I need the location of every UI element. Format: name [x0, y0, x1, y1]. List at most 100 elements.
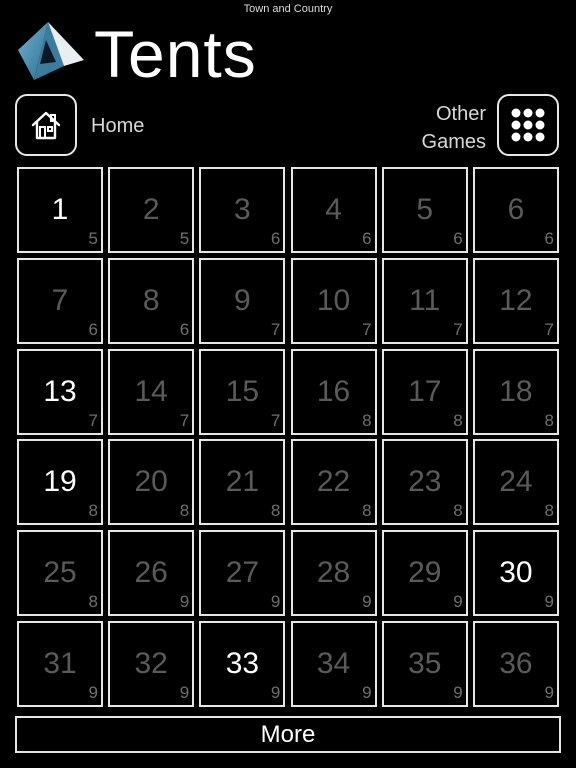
home-button[interactable] — [15, 94, 77, 156]
level-cell[interactable]: 36 9 — [472, 620, 559, 707]
top-label: Town and Country — [243, 3, 333, 15]
level-cell[interactable]: 28 9 — [290, 530, 377, 617]
level-number: 7 — [51, 283, 69, 317]
level-cell[interactable]: 15 7 — [199, 348, 286, 435]
level-cell[interactable]: 23 8 — [381, 439, 468, 526]
level-number: 1 — [51, 193, 69, 226]
level-grid-size: 9 — [362, 592, 372, 612]
level-grid-size: 9 — [270, 592, 281, 612]
level-number: 22 — [316, 465, 351, 499]
level-cell[interactable]: 11 7 — [381, 257, 468, 344]
level-cell[interactable]: 27 9 — [199, 530, 286, 617]
level-grid-size: 6 — [453, 229, 463, 248]
level-number: 19 — [43, 465, 77, 499]
level-grid-size: 9 — [270, 682, 281, 702]
level-grid-size: 5 — [88, 229, 98, 248]
level-grid-size: 8 — [88, 501, 98, 521]
level-number: 9 — [234, 283, 251, 317]
level-number: 33 — [225, 646, 260, 680]
level-grid-size: 6 — [362, 229, 372, 248]
level-number: 11 — [409, 283, 441, 317]
level-number: 31 — [43, 646, 77, 680]
level-grid-size: 7 — [453, 319, 463, 339]
level-cell[interactable]: 86 — [108, 257, 195, 344]
level-number: 34 — [316, 646, 351, 680]
level-grid-size: 8 — [544, 501, 554, 521]
level-number: 36 — [499, 646, 533, 680]
level-number: 16 — [316, 374, 351, 408]
level-grid: 1 5 2 5 3 6 4 6 5 6 6 6 7 6 8 6 9 7 10 7 11 7 12 7 13 7 14 7 15 7 16 8 1… — [17, 167, 559, 707]
level-cell[interactable]: 25 8 — [17, 530, 103, 617]
level-number: 15 — [225, 374, 260, 408]
level-grid-size: 6 — [544, 229, 554, 248]
level-cell[interactable]: 29 9 — [381, 530, 468, 617]
level-cell[interactable]: 36 — [199, 167, 286, 253]
other-games-button[interactable] — [497, 94, 559, 156]
level-cell[interactable]: 25 — [108, 167, 195, 253]
level-cell[interactable]: 10 7 — [290, 257, 377, 344]
level-grid-size: 7 — [270, 319, 281, 339]
level-number: 29 — [408, 556, 442, 590]
level-cell[interactable]: 32 9 — [108, 620, 195, 707]
level-grid-size: 9 — [179, 592, 190, 612]
level-cell[interactable]: 16 8 — [290, 348, 377, 435]
level-cell[interactable]: 15 — [17, 167, 103, 253]
app-title: Tents — [94, 17, 257, 91]
level-cell[interactable]: 17 8 — [381, 348, 468, 435]
level-cell[interactable]: 14 7 — [108, 348, 195, 435]
level-cell[interactable]: 33 9 — [199, 620, 286, 707]
level-grid-size: 9 — [544, 592, 554, 612]
more-button[interactable]: More — [15, 716, 561, 753]
level-cell[interactable]: 21 8 — [199, 439, 286, 526]
house-icon — [31, 111, 61, 140]
level-grid-size: 7 — [270, 410, 281, 430]
level-cell[interactable]: 31 9 — [17, 620, 103, 707]
level-cell[interactable]: 13 7 — [17, 348, 103, 435]
level-number: 8 — [142, 283, 160, 317]
level-cell[interactable]: 22 8 — [290, 439, 377, 526]
level-cell[interactable]: 24 8 — [472, 439, 559, 526]
level-cell[interactable]: 20 8 — [108, 439, 195, 526]
level-cell[interactable]: 97 — [199, 257, 286, 344]
level-cell[interactable]: 12 7 — [472, 257, 559, 344]
level-cell[interactable]: 66 — [472, 167, 559, 253]
level-grid-size: 8 — [362, 501, 372, 521]
level-grid-size: 8 — [179, 501, 190, 521]
level-number: 12 — [499, 283, 533, 317]
level-number: 6 — [507, 193, 525, 226]
level-grid-size: 6 — [270, 229, 281, 248]
level-cell[interactable]: 19 8 — [17, 439, 103, 526]
level-grid-size: 8 — [544, 410, 554, 430]
level-cell[interactable]: 26 9 — [108, 530, 195, 617]
level-grid-size: 9 — [179, 682, 190, 702]
level-number: 20 — [134, 465, 168, 499]
level-number: 26 — [134, 556, 168, 590]
level-grid-size: 6 — [88, 319, 98, 339]
level-number: 4 — [325, 193, 342, 226]
level-grid-size: 9 — [544, 682, 554, 702]
level-cell[interactable]: 30 9 — [472, 530, 559, 617]
level-number: 2 — [142, 193, 160, 226]
level-number: 10 — [316, 283, 351, 317]
level-cell[interactable]: 35 9 — [381, 620, 468, 707]
level-grid-size: 8 — [270, 501, 281, 521]
level-grid-size: 9 — [453, 682, 463, 702]
level-cell[interactable]: 34 9 — [290, 620, 377, 707]
other-games-link[interactable]: Other Games — [400, 100, 486, 156]
level-cell[interactable]: 56 — [381, 167, 468, 253]
level-grid-size: 5 — [179, 229, 190, 248]
level-number: 14 — [134, 374, 168, 408]
level-number: 28 — [316, 556, 351, 590]
level-grid-size: 8 — [362, 410, 372, 430]
level-number: 21 — [225, 465, 260, 499]
home-link[interactable]: Home — [91, 115, 144, 138]
level-number: 23 — [408, 465, 442, 499]
level-grid-size: 7 — [544, 319, 554, 339]
level-grid-size: 8 — [453, 501, 463, 521]
level-number: 30 — [499, 556, 533, 590]
level-cell[interactable]: 76 — [17, 257, 103, 344]
level-grid-size: 7 — [88, 410, 98, 430]
level-cell[interactable]: 46 — [290, 167, 377, 253]
level-grid-size: 7 — [362, 319, 372, 339]
level-cell[interactable]: 18 8 — [472, 348, 559, 435]
